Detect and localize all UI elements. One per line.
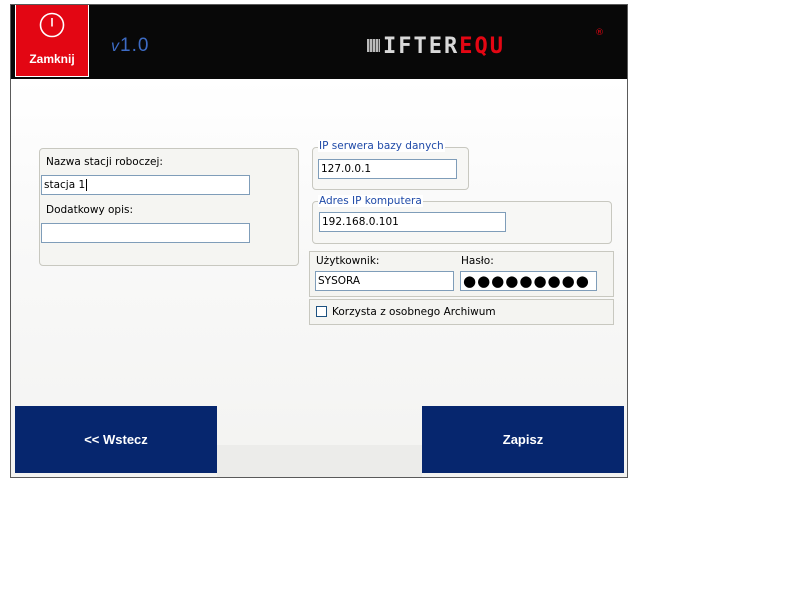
power-icon — [39, 12, 65, 38]
save-button[interactable]: Zapisz — [422, 406, 624, 473]
archive-checkbox-label[interactable]: Korzysta z osobnego Archiwum — [332, 306, 496, 318]
footer-strip — [217, 445, 422, 477]
db-server-group-label: IP serwera bazy danych — [318, 140, 445, 152]
computer-ip-group-label: Adres IP komputera — [318, 195, 423, 207]
password-label: Hasło: — [461, 255, 494, 267]
version-label: v1.0 — [111, 35, 150, 56]
logo-mark-icon — [367, 39, 380, 52]
close-button[interactable]: Zamknij — [15, 5, 89, 77]
setup-window: Zamknij v1.0 IFTEREQU ® Nazwa stacji rob… — [10, 4, 628, 478]
text-caret — [86, 179, 88, 191]
db-server-ip-field[interactable]: 127.0.0.1 — [318, 159, 457, 179]
back-button[interactable]: << Wstecz — [15, 406, 217, 473]
computer-ip-field[interactable]: 192.168.0.101 — [319, 212, 506, 232]
archive-checkbox[interactable] — [316, 306, 327, 317]
password-field[interactable]: ●●●●●●●●● — [460, 271, 597, 291]
user-label: Użytkownik: — [316, 255, 380, 267]
description-label: Dodatkowy opis: — [46, 204, 134, 216]
description-field[interactable] — [41, 223, 250, 243]
station-name-field[interactable]: stacja 1 — [41, 175, 250, 195]
logo-text-main: IFTER — [383, 34, 460, 59]
header-bar: Zamknij v1.0 IFTEREQU ® — [11, 5, 627, 79]
user-field[interactable]: SYSORA — [315, 271, 454, 291]
close-label: Zamknij — [29, 52, 75, 66]
logo-text-accent: EQU — [459, 34, 505, 59]
station-name-label: Nazwa stacji roboczej: — [46, 156, 163, 168]
registered-mark: ® — [595, 28, 604, 38]
